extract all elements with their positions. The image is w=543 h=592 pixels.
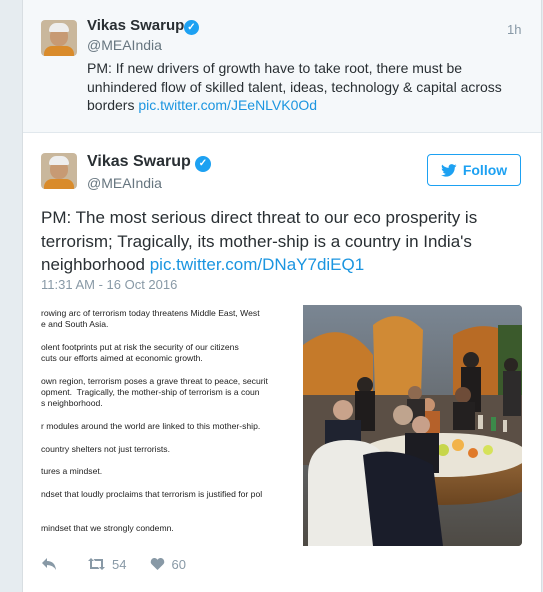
summit-photo bbox=[303, 305, 522, 546]
follow-button[interactable]: Follow bbox=[427, 154, 521, 186]
speech-text-line bbox=[41, 432, 299, 443]
like-count: 60 bbox=[171, 556, 186, 572]
speech-text-line: s neighborhood. bbox=[41, 398, 103, 409]
twitter-bird-icon bbox=[440, 163, 457, 177]
retweet-action[interactable]: 54 bbox=[87, 557, 126, 572]
reply-action[interactable] bbox=[41, 557, 63, 571]
tweet-media-link[interactable]: pic.twitter.com/JEeNLVK0Od bbox=[138, 97, 317, 113]
speech-text-line: mindset that we strongly condemn. bbox=[41, 522, 174, 533]
speech-text-line bbox=[41, 364, 299, 375]
user-handle[interactable]: @MEAIndia bbox=[87, 175, 162, 191]
verified-badge-icon: ✓ bbox=[195, 156, 211, 172]
like-heart-icon bbox=[151, 557, 165, 570]
tweet-media-link[interactable]: pic.twitter.com/DNaY7diEQ1 bbox=[150, 255, 364, 274]
tweet-text: PM: The most serious direct threat to ou… bbox=[41, 206, 531, 277]
display-name[interactable]: Vikas Swarup bbox=[87, 17, 184, 34]
reply-icon bbox=[42, 558, 56, 570]
speech-text-line bbox=[41, 500, 299, 511]
speech-text-line: cuts our efforts aimed at economic growt… bbox=[41, 353, 203, 364]
speech-text-line: olent footprints put at risk the securit… bbox=[41, 341, 239, 352]
speech-text-line: rowing arc of terrorism today threatens … bbox=[41, 308, 260, 318]
speech-text-line bbox=[41, 477, 299, 488]
tweet-text: PM: If new drivers of growth have to tak… bbox=[87, 59, 527, 115]
speech-text-line: e and South Asia. bbox=[41, 319, 109, 330]
display-name[interactable]: Vikas Swarup bbox=[87, 153, 191, 171]
tweet-media[interactable]: rowing arc of terrorism today threatens … bbox=[41, 305, 522, 546]
follow-button-label: Follow bbox=[462, 162, 508, 178]
speech-text-line bbox=[41, 410, 299, 421]
speech-text-line: tures a mindset. bbox=[41, 466, 103, 477]
speech-text-line: r modules around the world are linked to… bbox=[41, 420, 261, 431]
speech-text-line bbox=[41, 331, 299, 342]
summit-photo-art bbox=[303, 305, 522, 546]
retweet-icon bbox=[88, 558, 105, 570]
speech-text-line bbox=[41, 511, 299, 522]
tweet-actions: 54 60 bbox=[41, 554, 210, 574]
avatar[interactable] bbox=[41, 20, 77, 56]
speech-text-line bbox=[41, 455, 299, 466]
like-action[interactable]: 60 bbox=[150, 556, 186, 572]
tweet-timestamp[interactable]: 1h bbox=[507, 22, 521, 37]
verified-badge-icon: ✓ bbox=[184, 20, 199, 35]
retweet-count: 54 bbox=[112, 556, 127, 572]
avatar[interactable] bbox=[41, 153, 77, 189]
tweet-timestamp[interactable]: 11:31 AM - 16 Oct 2016 bbox=[41, 277, 177, 292]
user-handle[interactable]: @MEAIndia bbox=[87, 37, 162, 53]
speech-text-line bbox=[41, 534, 299, 545]
speech-text-line: own region, terrorism poses a grave thre… bbox=[41, 375, 268, 386]
speech-text-line: ndset that loudly proclaims that terrori… bbox=[41, 488, 263, 499]
speech-text-line: opment. Tragically, the mother-ship of t… bbox=[41, 387, 260, 398]
speech-text-line: against which we as BRICS need to stand … bbox=[41, 545, 299, 546]
speech-text-line: country shelters not just terrorists. bbox=[41, 443, 170, 454]
speech-text-image: rowing arc of terrorism today threatens … bbox=[41, 305, 299, 546]
tweet-conversation-parent[interactable]: Vikas Swarup ✓ @MEAIndia 1h PM: If new d… bbox=[23, 0, 541, 133]
timeline: Vikas Swarup ✓ @MEAIndia 1h PM: If new d… bbox=[22, 0, 542, 592]
